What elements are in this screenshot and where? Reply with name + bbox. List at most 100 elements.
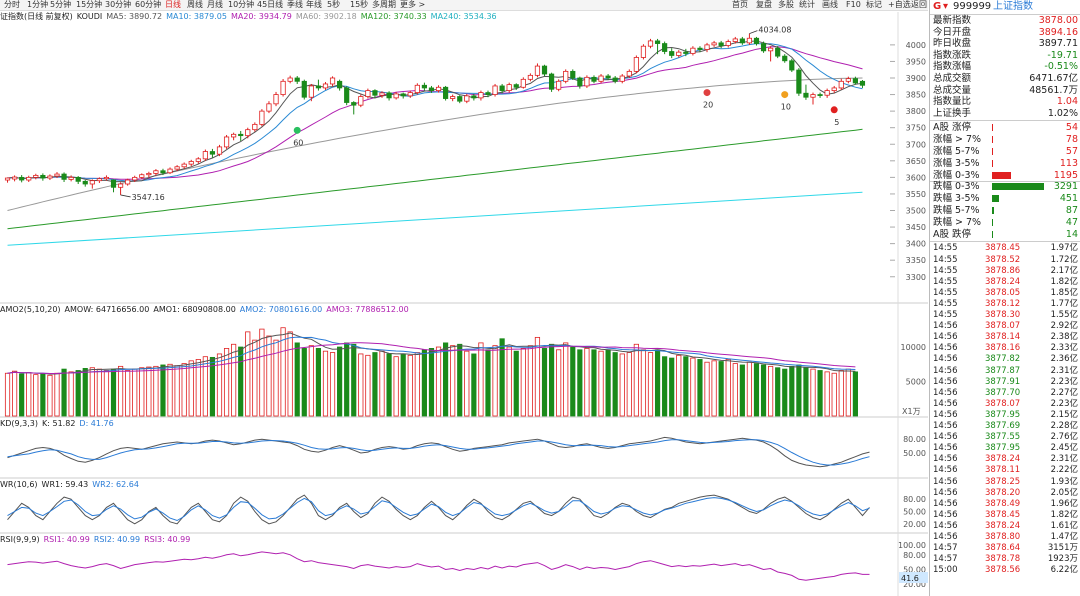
quote-value: 6471.67亿	[1029, 73, 1078, 84]
tick-time: 14:57	[933, 554, 958, 565]
tick-time: 14:56	[933, 354, 958, 365]
amo-bar	[775, 367, 781, 417]
dropdown-icon[interactable]: ▾	[943, 0, 948, 14]
ma240-value: MA240: 3534.36	[430, 12, 497, 21]
amo-bar	[82, 368, 88, 417]
price-axis-label: 3500	[906, 207, 926, 216]
amo-bar	[372, 352, 378, 417]
tick-row: 14:56 3878.80 1.47亿	[930, 532, 1080, 544]
amo-bar	[202, 356, 208, 417]
amo-bar	[365, 354, 371, 417]
candle-body	[308, 85, 314, 98]
candle-body	[457, 96, 463, 102]
candle-body	[711, 42, 717, 46]
candle-body	[329, 77, 336, 85]
main-indicator-bar: 证指数(日线 前复权) KOUDI MA5: 3890.72 MA10: 3879.0…	[0, 11, 501, 22]
candle-body	[103, 176, 110, 180]
tick-amount: 2.76亿	[1050, 432, 1078, 443]
tick-row: 15:00 3878.56 6.22亿	[930, 565, 1080, 577]
candle-body	[669, 51, 675, 56]
candle-body	[647, 40, 654, 47]
amo-bar	[732, 363, 738, 417]
tick-amount: 2.17亿	[1050, 265, 1078, 276]
breadth-label: 跌幅 5-7%	[933, 205, 980, 216]
quote-panel: G ▾ 999999 上证指数 最新指数 3878.00 今日开盘 3894.16 昨日…	[929, 0, 1080, 596]
tick-price: 3878.30	[985, 310, 1021, 320]
candle-body	[82, 180, 88, 185]
breadth-row: 跌幅 0-3% 3291	[930, 181, 1080, 193]
breadth-row: 涨幅 3-5% 113	[930, 158, 1080, 170]
amo-bar	[19, 373, 25, 417]
quote-value: 3897.71	[1038, 38, 1078, 50]
price-axis-label: 3750	[906, 124, 926, 133]
tick-amount: 2.05亿	[1050, 487, 1078, 498]
amo-bar	[294, 342, 300, 417]
amo-bar	[760, 364, 767, 417]
amo-bar	[464, 350, 470, 417]
amo-bar	[704, 361, 710, 417]
ma10-value: MA10: 3879.05	[166, 12, 227, 21]
candle-body	[287, 77, 293, 82]
amo-bar	[386, 353, 392, 417]
tick-row: 14:56 3878.07 2.23亿	[930, 399, 1080, 411]
ma5-line	[7, 40, 863, 183]
quote-row: 昨日收盘 3897.71	[930, 38, 1080, 50]
tick-amount: 1.97亿	[1050, 243, 1078, 254]
amo-bar	[541, 348, 548, 417]
amo-bar	[471, 353, 477, 417]
amo-bar	[33, 374, 39, 417]
candle-body	[195, 158, 201, 162]
tick-time: 14:56	[933, 520, 958, 531]
amo-bar	[315, 348, 322, 417]
breadth-row: 跌幅 5-7% 87	[930, 205, 1080, 217]
quote-label: 指数涨幅	[933, 61, 972, 73]
tick-price: 3878.24	[985, 454, 1021, 465]
amo-bar	[520, 348, 526, 417]
rsi1-value: RSI1: 40.99	[43, 535, 90, 544]
amo-axis-label: 5000	[906, 378, 926, 387]
candle-body	[322, 83, 329, 89]
amo-bar	[75, 370, 81, 417]
candle-body	[464, 95, 470, 102]
price-axis-label: 3400	[906, 240, 926, 249]
ma20-line	[7, 46, 863, 180]
amo-bar	[132, 368, 138, 417]
amo-bar	[548, 343, 555, 417]
candle-body	[697, 47, 703, 50]
candle-body	[556, 80, 562, 90]
candle-body	[732, 38, 738, 42]
candle-body	[499, 85, 505, 91]
tick-row: 14:56 3877.82 2.36亿	[930, 354, 1080, 366]
candle-body	[280, 80, 286, 95]
tick-time: 14:55	[933, 243, 958, 254]
kd-k-line	[7, 436, 870, 468]
candle-body	[725, 41, 731, 46]
ma10-line	[7, 43, 863, 182]
stock-header[interactable]: G ▾ 999999 上证指数	[930, 0, 1080, 15]
quote-row: 指数量比 1.04	[930, 96, 1080, 108]
tick-row: 14:56 3878.11 2.22亿	[930, 465, 1080, 477]
tick-amount: 2.36亿	[1050, 354, 1078, 365]
amo-bar	[725, 359, 731, 417]
stock-icon: G	[933, 1, 942, 12]
amo-bar	[605, 349, 611, 417]
candle-body	[209, 151, 216, 155]
amo-bar	[450, 345, 456, 417]
breadth-row: 涨幅 0-3% 1195	[930, 170, 1080, 182]
candle-body	[563, 70, 569, 82]
breadth-value: 54	[1065, 122, 1078, 134]
candle-body	[96, 178, 102, 182]
breadth-bar	[992, 183, 1044, 191]
tick-price: 3878.78	[985, 554, 1021, 565]
amo-axis-label: 10000	[901, 343, 926, 352]
amo-bar	[61, 368, 67, 417]
candle-body	[75, 176, 81, 182]
amo-bar	[238, 346, 244, 417]
tick-amount: 6.22亿	[1050, 565, 1078, 576]
breadth-label: 跌幅 0-3%	[933, 181, 980, 193]
tick-amount: 2.27亿	[1050, 387, 1078, 398]
candle-body	[492, 85, 498, 95]
amo-bar	[174, 365, 180, 417]
tick-time: 14:56	[933, 409, 958, 420]
tick-price: 3878.49	[985, 498, 1021, 509]
